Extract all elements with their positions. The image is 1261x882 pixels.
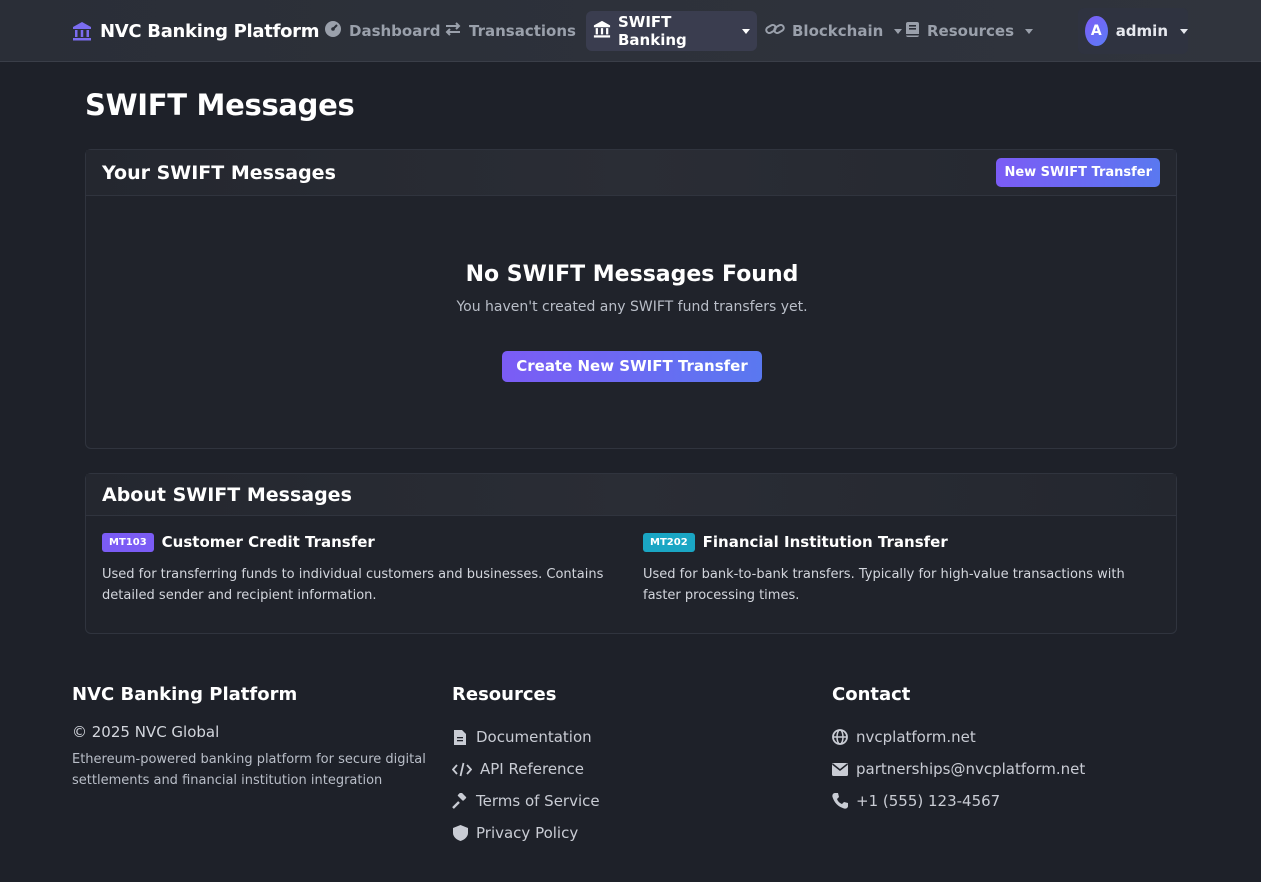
nav-swift-banking[interactable]: SWIFT Banking bbox=[586, 11, 757, 51]
footer-link-label: +1 (555) 123-4567 bbox=[856, 792, 1001, 810]
link-icon bbox=[765, 20, 785, 42]
message-type-mt103: MT103 Customer Credit Transfer Used for … bbox=[102, 532, 622, 606]
dashboard-gauge-icon bbox=[324, 20, 342, 42]
card-header: Your SWIFT Messages New SWIFT Transfer bbox=[86, 150, 1176, 196]
bank-icon bbox=[72, 21, 92, 41]
nav-dashboard-label: Dashboard bbox=[349, 22, 441, 40]
footer-link-privacy[interactable]: Privacy Policy bbox=[452, 817, 812, 849]
nav-resources[interactable]: Resources bbox=[898, 11, 1040, 51]
footer-link-documentation[interactable]: Documentation bbox=[452, 721, 812, 753]
nav-resources-label: Resources bbox=[927, 22, 1015, 40]
brand-link[interactable]: NVC Banking Platform bbox=[72, 18, 320, 44]
message-type-mt202: MT202 Financial Institution Transfer Use… bbox=[643, 532, 1163, 606]
footer-link-label: Documentation bbox=[476, 728, 592, 746]
footer-link-label: partnerships@nvcplatform.net bbox=[856, 760, 1086, 778]
type-badge: MT103 bbox=[102, 532, 154, 552]
footer-link-label: API Reference bbox=[480, 760, 585, 778]
footer-contact-title: Contact bbox=[832, 684, 911, 705]
type-badge: MT202 bbox=[643, 532, 695, 552]
footer-link-label: Terms of Service bbox=[476, 792, 600, 810]
footer-resources: Resources Documentation API Reference Te… bbox=[452, 684, 812, 849]
envelope-icon bbox=[832, 761, 848, 777]
book-icon bbox=[905, 21, 920, 42]
nav-blockchain-label: Blockchain bbox=[792, 22, 884, 40]
nav-transactions[interactable]: Transactions bbox=[437, 11, 602, 51]
footer-link-label: nvcplatform.net bbox=[856, 728, 976, 746]
footer-link-email[interactable]: partnerships@nvcplatform.net bbox=[832, 753, 1192, 785]
gavel-icon bbox=[452, 793, 468, 809]
nav-transactions-label: Transactions bbox=[469, 22, 576, 40]
exchange-arrows-icon bbox=[444, 20, 462, 42]
nav-swift-banking-label: SWIFT Banking bbox=[618, 13, 687, 49]
globe-icon bbox=[832, 729, 848, 745]
card-header: About SWIFT Messages bbox=[86, 474, 1176, 516]
footer-link-api-reference[interactable]: API Reference bbox=[452, 753, 812, 785]
code-icon bbox=[452, 761, 472, 777]
footer-description: Ethereum-powered banking platform for se… bbox=[72, 752, 426, 788]
phone-icon bbox=[832, 793, 848, 809]
chevron-down-icon bbox=[742, 28, 750, 34]
type-description: Used for transferring funds to individua… bbox=[102, 567, 604, 603]
type-title: Financial Institution Transfer bbox=[702, 533, 948, 551]
file-icon bbox=[452, 729, 468, 745]
type-title: Customer Credit Transfer bbox=[161, 533, 375, 551]
user-menu[interactable]: A admin bbox=[1078, 8, 1188, 54]
nav-blockchain[interactable]: Blockchain bbox=[758, 11, 909, 51]
bank-icon bbox=[593, 20, 611, 42]
top-navbar: NVC Banking Platform Dashboard Transacti… bbox=[0, 0, 1261, 62]
shield-icon bbox=[452, 825, 468, 841]
empty-state-title: No SWIFT Messages Found bbox=[465, 262, 799, 287]
create-swift-transfer-button[interactable]: Create New SWIFT Transfer bbox=[502, 351, 762, 382]
footer-about: NVC Banking Platform © 2025 NVC Global E… bbox=[72, 684, 432, 791]
chevron-down-icon bbox=[1025, 28, 1034, 34]
user-name: admin bbox=[1115, 22, 1168, 40]
footer-link-terms[interactable]: Terms of Service bbox=[452, 785, 812, 817]
new-swift-transfer-button[interactable]: New SWIFT Transfer bbox=[996, 158, 1160, 187]
footer-brand: NVC Banking Platform bbox=[72, 684, 298, 705]
footer-copyright: © 2025 NVC Global bbox=[72, 723, 220, 741]
type-description: Used for bank-to-bank transfers. Typical… bbox=[643, 567, 1125, 603]
about-swift-card: About SWIFT Messages MT103 Customer Cred… bbox=[85, 473, 1177, 634]
card-title: Your SWIFT Messages bbox=[102, 161, 336, 184]
chevron-down-icon bbox=[1180, 28, 1188, 34]
empty-state: No SWIFT Messages Found You haven't crea… bbox=[86, 262, 1178, 382]
footer-contact: Contact nvcplatform.net partnerships@nvc… bbox=[832, 684, 1192, 817]
empty-state-subtitle: You haven't created any SWIFT fund trans… bbox=[456, 299, 808, 315]
brand-name: NVC Banking Platform bbox=[100, 20, 320, 42]
nav-dashboard[interactable]: Dashboard bbox=[317, 11, 447, 51]
card-title: About SWIFT Messages bbox=[102, 483, 352, 506]
page-title: SWIFT Messages bbox=[85, 88, 355, 122]
footer-link-phone[interactable]: +1 (555) 123-4567 bbox=[832, 785, 1192, 817]
swift-messages-card: Your SWIFT Messages New SWIFT Transfer N… bbox=[85, 149, 1177, 449]
footer-link-label: Privacy Policy bbox=[476, 824, 579, 842]
footer-link-website[interactable]: nvcplatform.net bbox=[832, 721, 1192, 753]
avatar: A bbox=[1085, 16, 1108, 46]
footer-resources-title: Resources bbox=[452, 684, 557, 705]
